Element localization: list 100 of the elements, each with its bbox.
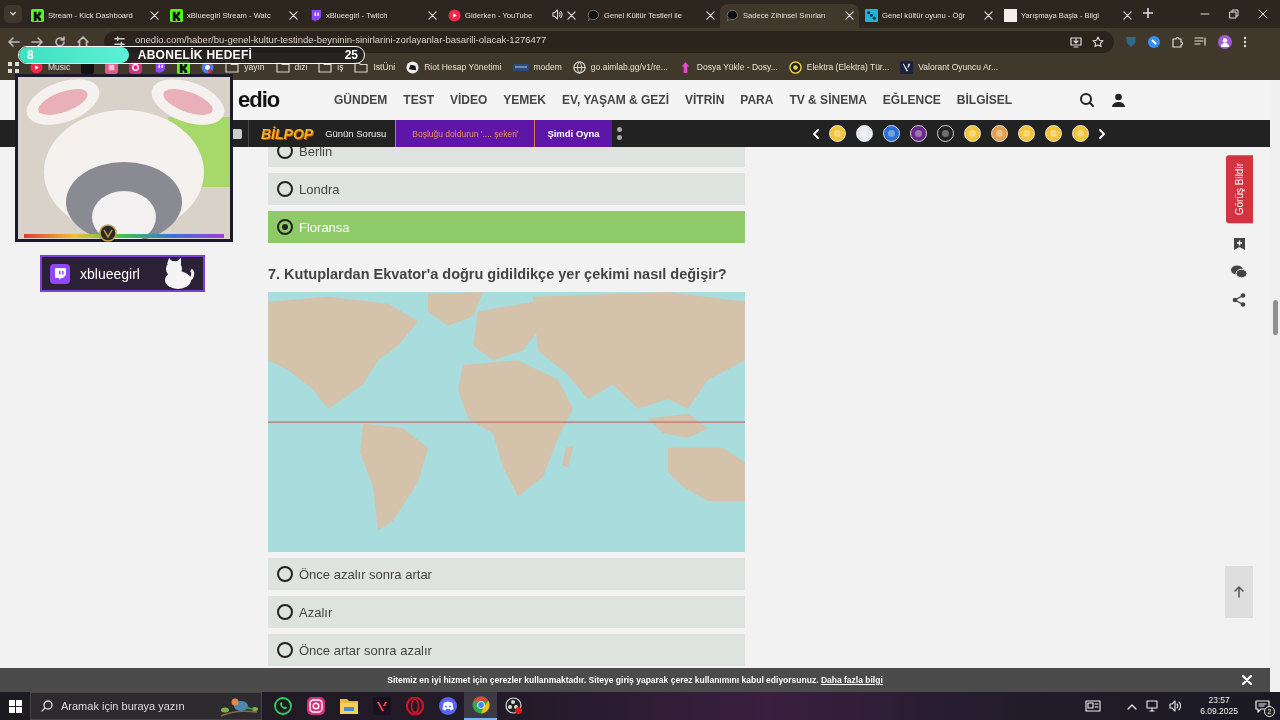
comments-icon[interactable] [1231,265,1247,280]
windows-icon [8,699,22,713]
close-icon[interactable] [428,10,437,20]
instagram-icon[interactable] [306,697,325,715]
user-icon[interactable] [1112,93,1126,107]
bookmark[interactable]: Riot Hesap Yönetimi [406,60,502,74]
close-icon[interactable] [289,10,298,20]
bookmark[interactable]: Dosya Yükle - Dosy... [678,60,778,74]
emoji-icon[interactable] [936,125,954,142]
bookmark[interactable]: iş [318,61,344,73]
emoji-icon[interactable] [990,125,1008,142]
search-field[interactable]: Aramak için buraya yazın [30,692,262,720]
emoji-icon[interactable] [1044,125,1062,142]
dots-icon[interactable] [616,127,622,140]
twitch-icon [309,8,322,22]
valorant-icon [900,60,914,74]
reload-icon[interactable] [54,36,66,48]
extensions-icon[interactable] [1171,36,1183,48]
nav-link[interactable]: BİLGİSEL [956,93,1013,107]
close-icon[interactable] [706,10,715,20]
chevron-right-icon[interactable] [1098,128,1106,139]
scrollbar-thumb[interactable] [1273,300,1278,335]
nav-link[interactable]: YEMEK [503,93,547,107]
nav-link[interactable]: GÜNDEM [334,93,388,107]
nav-link[interactable]: TV & SİNEMA [789,93,867,107]
chevron-up-icon[interactable] [1127,702,1138,710]
recorder-icon[interactable] [504,697,523,715]
close-icon[interactable] [845,10,854,20]
chevron-left-icon[interactable] [811,128,819,139]
answer-option[interactable]: Londra [268,173,745,205]
emoji-icon[interactable] [963,125,981,142]
emoji-icon[interactable] [828,125,846,142]
emoji-icon[interactable] [1071,125,1089,142]
bookmark[interactable]: yayın [225,61,265,73]
play-now-button[interactable]: Şimdi Oyna [535,120,612,147]
media-icon[interactable] [1194,36,1207,48]
folder-icon [318,61,333,73]
discord-icon[interactable] [438,697,457,715]
daily-question[interactable]: Boşluğu doldurun '.... şekeri' [395,120,536,147]
bookmark[interactable]: modem [512,62,562,72]
forward-icon[interactable] [31,36,43,48]
speaker-icon[interactable] [552,8,563,20]
valorant-icon[interactable] [372,697,391,715]
more-info-link[interactable]: Daha fazla bilgi [820,675,883,685]
router-icon [512,62,529,72]
answer-option[interactable]: Önce azalır sonra artar [268,558,745,590]
search-icon[interactable] [1080,93,1095,107]
close-icon[interactable] [984,10,993,20]
nav-link[interactable]: VİTRİN [685,93,725,107]
menu-icon[interactable] [1243,36,1247,48]
site-logo[interactable]: edio [238,87,280,113]
answer-option[interactable]: Azalır [268,596,745,628]
bookmark[interactable]: Valorant Oyuncu Ar... [900,60,998,74]
restore-icon[interactable] [1229,9,1239,19]
answer-option[interactable]: Berlin [268,147,745,167]
emoji-icon[interactable] [1017,125,1035,142]
news-icon[interactable] [1085,700,1102,712]
close-icon[interactable] [150,10,159,20]
back-icon[interactable] [8,36,20,48]
close-icon[interactable] [1258,9,1268,19]
emoji-icon[interactable] [909,125,927,142]
profile-avatar-icon[interactable] [1218,35,1232,49]
close-icon[interactable] [1123,10,1132,20]
network-icon[interactable] [1146,700,1161,712]
whatsapp-icon[interactable] [273,697,292,715]
k-logo-icon [31,8,44,22]
emoji-icon[interactable] [882,125,900,142]
globe-icon [572,60,586,74]
nav-link[interactable]: VİDEO [450,93,488,107]
apps-grid-icon[interactable] [8,61,19,73]
bookmark[interactable]: Elektra (Elektra) Tür... [788,60,890,74]
bookmark[interactable]: IstÜni [354,61,396,73]
shazam-icon[interactable] [1148,36,1160,48]
close-icon[interactable] [567,10,576,20]
nav-link[interactable]: EĞLENCE [882,93,941,107]
tab-search-button[interactable] [4,5,22,23]
dice-icon [865,8,878,22]
k-logo-icon [170,8,183,22]
emoji-icon[interactable] [855,125,873,142]
new-tab-icon[interactable] [1143,8,1153,18]
folder-icon[interactable] [339,698,358,714]
star-icon[interactable] [1092,36,1104,48]
search-icon [41,700,53,712]
bookmark-plus-icon[interactable] [1232,237,1246,252]
notification-icon[interactable] [1255,699,1270,713]
feedback-button[interactable]: Görüş Bildir [1225,155,1253,224]
clock[interactable]: 23:57 6.09.2025 [1200,695,1238,717]
bookmark[interactable]: go.aimlab.gg/v1/re... [572,60,668,74]
game-icon[interactable] [232,128,242,139]
share-icon[interactable] [1232,293,1246,308]
page-icon [1004,8,1017,22]
nav-link[interactable]: TEST [403,93,434,107]
chrome-icon[interactable] [471,696,490,714]
nav-link[interactable]: PARA [740,93,774,107]
volume-icon[interactable] [1169,700,1184,712]
opera-icon[interactable] [405,697,424,715]
nav-link[interactable]: EV, YAŞAM & GEZİ [562,93,669,107]
home-icon[interactable] [77,36,89,48]
install-icon[interactable] [1070,36,1082,48]
answer-option[interactable]: Önce artar sonra azalır [268,634,745,666]
